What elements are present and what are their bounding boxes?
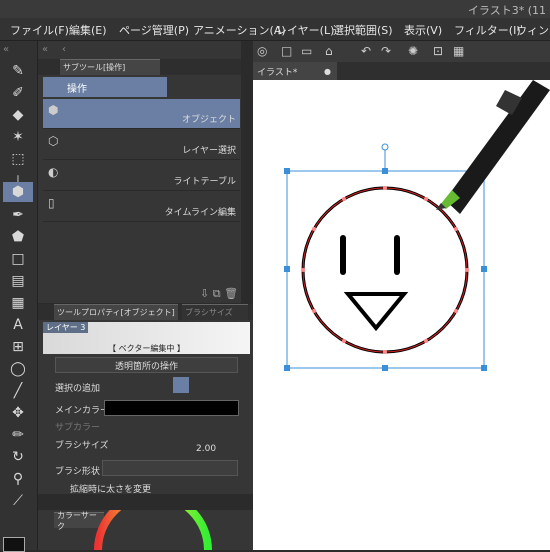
layer-label: レイヤー 3	[43, 322, 89, 333]
window-title: イラスト3* (11	[467, 4, 546, 17]
subtool-item-timeline[interactable]: ▯ タイムライン編集	[43, 192, 240, 222]
eraser-tool-icon[interactable]: ◆	[3, 105, 33, 125]
subtool-item-light-table[interactable]: ◐ ライトテーブル	[43, 161, 240, 191]
tool-palette: « ✎ ✐ ◆ ✶ ⬚ ⊥ ⬢ ✒ ⬟ □ ▤ ▦ A ⊞ ◯ ╱ ✥ ✏ ↻ …	[0, 41, 38, 550]
line-tool-icon[interactable]: ╱	[3, 381, 33, 401]
menu-page[interactable]: ページ管理(P)	[119, 22, 189, 38]
menu-animation[interactable]: アニメーション(A)	[193, 22, 286, 38]
close-icon[interactable]: ●	[324, 67, 331, 76]
subtool-group-operation[interactable]: 操作	[43, 77, 167, 97]
transparent-op-label: 透明箇所の操作	[114, 361, 178, 372]
copy-icon[interactable]: ⧉	[213, 287, 221, 300]
subtool-item-object[interactable]: ⬢ オブジェクト	[43, 99, 240, 129]
document-tab-bar: イラスト* ●	[253, 62, 550, 80]
property-tab[interactable]: ツールプロパティ[オブジェクト]	[54, 304, 178, 320]
color-panel: カラーサーク	[38, 510, 253, 550]
brush-size-tab[interactable]: ブラシサイズ	[182, 304, 248, 320]
frame-tool-icon[interactable]: ⊞	[3, 337, 33, 357]
pen2-tool-icon[interactable]: ✒	[3, 205, 33, 225]
brush-shape-dropdown[interactable]	[102, 460, 238, 476]
brush-size-tab-label: ブラシサイズ	[185, 308, 233, 317]
pattern-tool-icon[interactable]: ▦	[3, 293, 33, 313]
subtool-group-label: 操作	[67, 83, 87, 95]
menu-view[interactable]: 表示(V)	[404, 22, 442, 38]
menu-window[interactable]: ウィンド	[516, 22, 550, 38]
redo-icon[interactable]: ↷	[381, 44, 391, 58]
operation-tool-icon[interactable]: ⬢	[3, 182, 33, 202]
collapse-icon[interactable]: «	[3, 44, 9, 55]
title-bar: イラスト3* (11	[0, 0, 550, 18]
fill-tool-icon[interactable]: ⬟	[3, 227, 33, 247]
brush-size-label: ブラシサイズ	[55, 441, 109, 451]
command-bar: ◎ □ ▭ ⌂ ↶ ↷ ✺ ⊡ ▦	[253, 41, 550, 62]
menu-selection[interactable]: 選択範囲(S)	[333, 22, 393, 38]
document-tab-label: イラスト*	[257, 67, 298, 78]
property-tab-label: ツールプロパティ[オブジェクト]	[57, 308, 175, 317]
canvas-area[interactable]	[253, 41, 550, 550]
grid-icon[interactable]: ▦	[453, 44, 464, 58]
select-add-mode-button[interactable]	[173, 377, 189, 393]
subtool-item-label: オブジェクト	[181, 115, 236, 125]
object-icon: ⬢	[48, 103, 59, 117]
import-icon[interactable]: ⇩	[200, 287, 209, 300]
subtool-item-label: ライトテーブル	[173, 177, 236, 187]
menu-file[interactable]: ファイル(F)	[10, 22, 69, 38]
gradient-tool-icon[interactable]: ▤	[3, 271, 33, 291]
timeline-icon: ▯	[48, 196, 55, 210]
layer-select-icon: ⬡	[48, 134, 59, 148]
rotate-tool-icon[interactable]: ↻	[3, 447, 33, 467]
trash-icon[interactable]: 🗑	[224, 287, 238, 300]
subtool-tab-label: サブツール[操作]	[63, 63, 126, 72]
scale-width-label: 拡縮時に太さを変更	[70, 485, 152, 495]
balloon-tool-icon[interactable]: ◯	[3, 359, 33, 379]
save-icon[interactable]: ⌂	[325, 44, 333, 58]
open-icon[interactable]: ▭	[301, 44, 312, 58]
menu-layer[interactable]: レイヤー(L)	[276, 22, 334, 38]
property-tab-row: ツールプロパティ[オブジェクト] ブラシサイズ	[38, 304, 253, 320]
menu-bar: ファイル(F) 編集(E) ページ管理(P) アニメーション(A) レイヤー(L…	[0, 18, 550, 41]
sparkle-tool-icon[interactable]: ✶	[3, 127, 33, 147]
back-icon[interactable]: ‹	[62, 44, 66, 55]
subtool-tab[interactable]: サブツール[操作]	[60, 59, 160, 75]
menu-edit[interactable]: 編集(E)	[69, 22, 107, 38]
new-icon[interactable]: □	[281, 44, 292, 58]
transparent-op-dropdown[interactable]: 透明箇所の操作	[55, 357, 238, 373]
document-tab[interactable]: イラスト* ●	[253, 62, 337, 80]
app-logo-icon: ◎	[257, 44, 268, 58]
light-table-icon: ◐	[48, 165, 59, 179]
zoom-tool-icon[interactable]: ⚲	[3, 469, 33, 489]
brush-size-value[interactable]: 2.00	[196, 444, 216, 454]
move-tool-icon[interactable]: ✥	[3, 403, 33, 423]
text-tool-icon[interactable]: A	[3, 315, 33, 335]
spin-icon[interactable]: ✺	[408, 44, 418, 58]
menu-filter[interactable]: フィルター(I)	[454, 22, 521, 38]
main-color-label: メインカラー	[55, 406, 110, 416]
tool-preview: レイヤー 3 【 ベクター編集中 】	[43, 322, 250, 354]
eyedropper-tool-icon[interactable]: ⟋	[3, 491, 33, 511]
subtool-footer-icons: ⇩ ⧉ 🗑	[200, 287, 238, 301]
correction-tool-icon[interactable]: ✏	[3, 425, 33, 445]
main-color-bar[interactable]	[104, 400, 239, 416]
selection-tool-icon[interactable]: ⬚	[3, 149, 33, 169]
subtool-tab-row: サブツール[操作]	[38, 59, 241, 75]
undo-icon[interactable]: ↶	[361, 44, 371, 58]
subtool-item-layer-select[interactable]: ⬡ レイヤー選択	[43, 130, 240, 160]
color-wheel-icon[interactable]	[38, 510, 253, 550]
clear-icon[interactable]: ⊡	[433, 44, 443, 58]
subtool-item-label: タイムライン編集	[164, 208, 236, 218]
subtool-item-label: レイヤー選択	[182, 146, 236, 156]
collapse-icon[interactable]: «	[42, 44, 48, 55]
pencil-tool-icon[interactable]: ✐	[3, 83, 33, 103]
rect-tool-icon[interactable]: □	[3, 249, 33, 269]
vector-edit-label: 【 ベクター編集中 】	[108, 344, 185, 353]
brush-shape-label: ブラシ形状	[55, 467, 100, 477]
select-add-label: 選択の追加	[55, 384, 101, 394]
pen-tool-icon[interactable]: ✎	[3, 61, 33, 81]
sub-color-label: サブカラー	[55, 423, 101, 433]
